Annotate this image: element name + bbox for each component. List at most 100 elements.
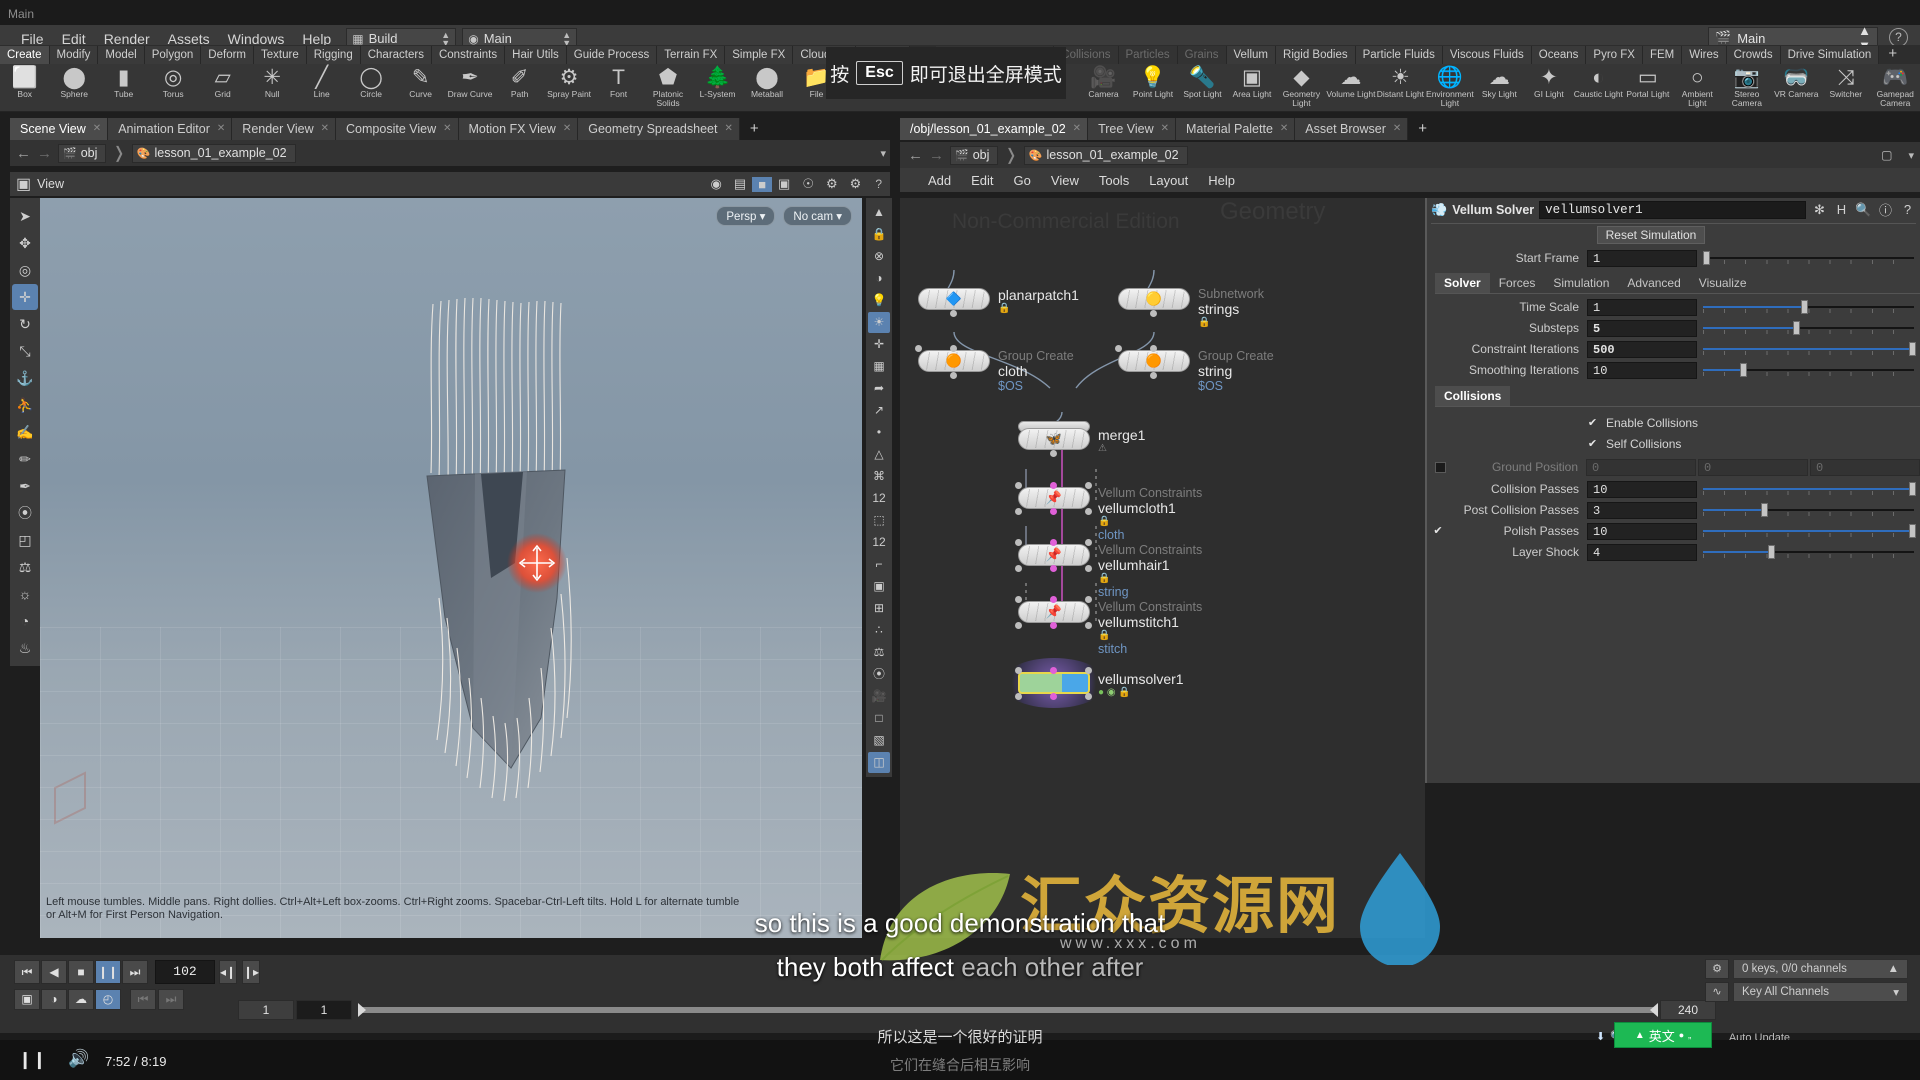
node-body[interactable]: 📌 [1018, 601, 1090, 623]
network-pathbar[interactable]: ← → 🎬 obj ❭ 🎨 lesson_01_example_02 ▢ ▾ [900, 142, 1920, 168]
node-input-port-2[interactable] [1085, 596, 1092, 603]
time-scale-value[interactable]: 1 [1587, 298, 1697, 316]
node-output-port-0[interactable] [1015, 508, 1022, 515]
viewport-right-toolbar[interactable]: ▲ 🔒 ⊗ ◑ 💡 ☀ ✛ ▦ ➦ ↗ • △ ⌘ 12 ⬚ 12 ⌐ ▣ ⊞ ∴ ⚖ ⦿ 🎥 □ ▧ ◫ [866, 198, 892, 777]
breadcrumb-node[interactable]: 🎨 lesson_01_example_02 [131, 143, 296, 163]
shelf-item-caustic-light-icon[interactable]: ◐ Caustic Light [1574, 64, 1623, 99]
solver-param-row[interactable]: Substeps 5 [1427, 318, 1920, 338]
parameter-help-icon[interactable]: ? [1899, 202, 1916, 217]
timeline-secondary-toolbar[interactable]: ▣ ◑ ☁ ◴ ⏮ ⏭ [14, 989, 185, 1010]
cache-icon[interactable]: ☁ [68, 989, 94, 1010]
node-vellumstitch1[interactable]: 📌 Vellum Constraints vellumstitch1 🔒 stitch [1015, 596, 1202, 656]
collision-passes-value[interactable]: 10 [1587, 480, 1697, 498]
forward-arrow-icon[interactable]: → [37, 145, 52, 162]
playbar-mode-icon[interactable]: ▣ [14, 989, 40, 1010]
post-collision-passes-value[interactable]: 3 [1587, 501, 1697, 519]
shelf-item-null-icon[interactable]: ✳ Null [247, 64, 296, 99]
node-input-port-0[interactable] [1015, 482, 1022, 489]
shelf-item-spray-paint-icon[interactable]: ⚙ Spray Paint [544, 64, 593, 99]
node-output-port[interactable] [1150, 310, 1157, 317]
node-flag-icon[interactable]: 🔒 [1098, 630, 1202, 642]
guide-display-icon[interactable]: ∴ [868, 620, 890, 641]
paint-tool-icon[interactable]: ✏ [12, 446, 38, 472]
mask-display-icon[interactable]: ▧ [868, 730, 890, 751]
texture-display-icon[interactable]: ▦ [868, 356, 890, 377]
network-pane-tabbar[interactable]: /obj/lesson_01_example_02 ✕ Tree View ✕ Mate… [900, 118, 1920, 140]
viewport-display-icon[interactable]: ⚙ [844, 176, 868, 192]
node-output-port-0[interactable] [1015, 693, 1022, 700]
node-output-port-2[interactable] [1085, 622, 1092, 629]
left-pane-tabbar[interactable]: Scene View ✕ Animation Editor ✕ Render View ✕… [10, 118, 890, 140]
node-vellumsolver1[interactable]: vellumsolver1 ● ◉ 🔒 [1001, 658, 1184, 708]
tab-animation-editor[interactable]: Animation Editor ✕ [108, 118, 233, 140]
network-menu-help[interactable]: Help [1198, 171, 1245, 190]
display-all-icon[interactable]: ▲ [868, 202, 890, 223]
enable-collisions-row[interactable]: ✔ Enable Collisions [1427, 413, 1920, 433]
param-tab-solver[interactable]: Solver [1435, 273, 1490, 293]
collision-param-row[interactable]: Collision Passes 10 [1427, 479, 1920, 499]
shelf-tab-constraints[interactable]: Constraints [431, 46, 506, 65]
shelf-item-spot-light-icon[interactable]: 🔦 Spot Light [1178, 64, 1227, 99]
tab--obj-lesson-01-example-02[interactable]: /obj/lesson_01_example_02 ✕ [900, 118, 1089, 140]
tab-add-tab[interactable]: + [740, 118, 765, 140]
shelf-tab-characters[interactable]: Characters [360, 46, 432, 65]
shelf-item-platonic-solids-icon[interactable]: ⬟ Platonic Solids [643, 64, 692, 108]
xform-display-icon[interactable]: ⚖ [868, 642, 890, 663]
rotate-tool-icon[interactable]: ↻ [12, 311, 38, 337]
network-breadcrumb-obj[interactable]: 🎬 obj [950, 145, 999, 165]
shelf-item-sky-light-icon[interactable]: ☁ Sky Light [1475, 64, 1524, 99]
tab-composite-view[interactable]: Composite View ✕ [336, 118, 459, 140]
shelf-item-tube-icon[interactable]: ▮ Tube [99, 64, 148, 99]
shelf-tab-drive-simulation[interactable]: Drive Simulation [1780, 46, 1880, 65]
layer-shock-slider[interactable] [1703, 544, 1914, 560]
persp-selector[interactable]: Persp ▾ [716, 206, 776, 226]
shelf-item-circle-icon[interactable]: ◯ Circle [346, 64, 395, 99]
group-tool-icon[interactable]: ◰ [12, 527, 38, 553]
node-output-port[interactable] [1050, 450, 1057, 457]
node-body[interactable]: 📌 [1018, 487, 1090, 509]
parameter-info-icon[interactable]: ⓘ [1877, 200, 1894, 219]
tab-motion-fx-view[interactable]: Motion FX View ✕ [458, 118, 579, 140]
shelf-item-point-light-icon[interactable]: 💡 Point Light [1128, 64, 1177, 99]
solver-param-row[interactable]: Constraint Iterations 500 [1427, 339, 1920, 359]
shelf-tab-particles[interactable]: Particles [1118, 46, 1178, 65]
parameter-gear-icon[interactable]: ✻ [1811, 202, 1828, 218]
node-input-port-0[interactable] [1015, 596, 1022, 603]
node-flag-icon[interactable]: 🔒 [1098, 573, 1202, 585]
param-tab-advanced[interactable]: Advanced [1618, 273, 1690, 293]
shelf-item-draw-curve-icon[interactable]: ✒ Draw Curve [445, 64, 494, 99]
range-start-field-2[interactable]: 1 [296, 1000, 352, 1020]
node-body[interactable]: 🟠 [918, 350, 990, 372]
handle-tool-icon[interactable]: ✥ [12, 230, 38, 256]
key-prev-button[interactable]: ⏮ [130, 989, 156, 1010]
vector-display-icon[interactable]: ↗ [868, 400, 890, 421]
node-output-port-1[interactable] [1050, 565, 1057, 572]
layer-shock-value[interactable]: 4 [1587, 543, 1697, 561]
shelf-item-torus-icon[interactable]: ◎ Torus [148, 64, 197, 99]
light-tool-icon[interactable]: ☼ [12, 581, 38, 607]
ground-position-checkbox[interactable] [1435, 461, 1446, 473]
self-collisions-checkbox[interactable]: ✔ [1587, 438, 1598, 450]
param-tab-forces[interactable]: Forces [1489, 273, 1545, 293]
solver-param-row[interactable]: Smoothing Iterations 10 [1427, 360, 1920, 380]
node-strings[interactable]: 🟡 Subnetwork strings 🔒 [1118, 287, 1264, 328]
normal-display-icon[interactable]: ➦ [868, 378, 890, 399]
shelf-item-geometry-light-icon[interactable]: ◆ Geometry Light [1277, 64, 1326, 108]
parameter-search-icon[interactable]: 🔍 [1855, 202, 1872, 218]
node-output-port-2[interactable] [1085, 508, 1092, 515]
constraint-iterations-value[interactable]: 500 [1587, 340, 1697, 358]
post-collision-passes-slider[interactable] [1703, 502, 1914, 518]
axis-display-icon[interactable]: ⌐ [868, 554, 890, 575]
curve-icon[interactable]: ∿ [1705, 982, 1729, 1002]
node-body[interactable]: 🟡 [1118, 288, 1190, 310]
bake-tool-icon[interactable]: ♨ [12, 635, 38, 661]
parameter-tabbar[interactable]: Solver Forces Simulation Advanced Visualize [1435, 273, 1920, 294]
tab-render-view[interactable]: Render View ✕ [232, 118, 337, 140]
node-body[interactable]: 🔷 [918, 288, 990, 310]
collision-param-row[interactable]: Post Collision Passes 3 [1427, 500, 1920, 520]
left-pane-pathbar[interactable]: ← → 🎬 obj ❭ 🎨 lesson_01_example_02 ▾ [10, 140, 890, 166]
shelf-item-switcher-icon[interactable]: ⤨ Switcher [1821, 64, 1870, 99]
node-output-port[interactable] [950, 372, 957, 379]
shelf-tab-grains[interactable]: Grains [1177, 46, 1227, 65]
node-vellumhair1[interactable]: 📌 Vellum Constraints vellumhair1 🔒 string [1015, 539, 1202, 599]
